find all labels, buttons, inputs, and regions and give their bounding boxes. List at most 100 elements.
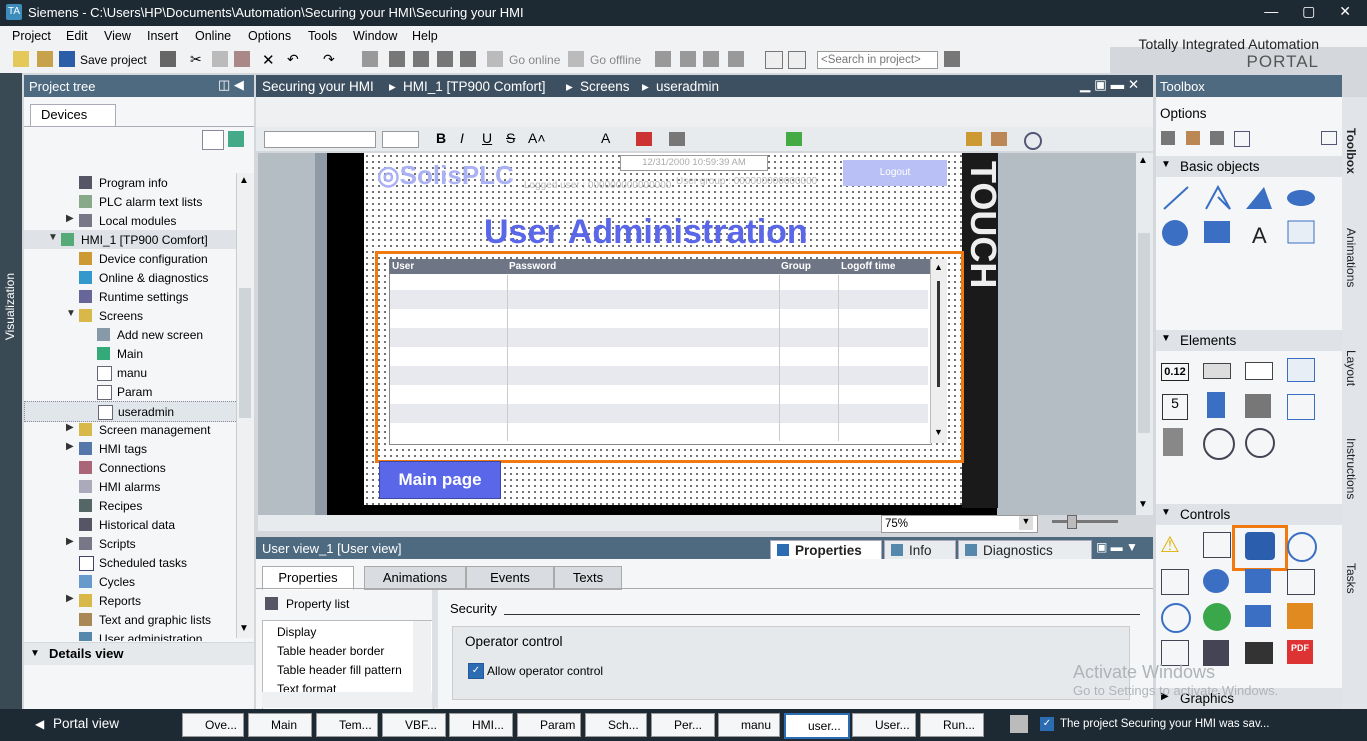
tab-instructions[interactable]: Instructions [1344, 438, 1358, 499]
taskbar-tab[interactable]: Ove... [182, 713, 244, 737]
toolbox-panel-icon[interactable] [1321, 131, 1337, 145]
menu-online[interactable]: Online [195, 29, 231, 43]
menu-edit[interactable]: Edit [66, 29, 88, 43]
collapse-icon[interactable]: ▼ [1161, 159, 1171, 170]
expand-icon[interactable]: ▶ [66, 593, 74, 604]
table-row[interactable] [390, 366, 928, 385]
tree-item[interactable]: Main [24, 344, 236, 363]
project-tree-scrollbar[interactable]: ▲ ▼ [236, 173, 254, 638]
column-logoff-time[interactable]: Logoff time [841, 261, 895, 272]
split-vertical-icon[interactable] [788, 51, 806, 69]
media-player-icon[interactable] [1203, 603, 1231, 631]
table-row[interactable] [390, 347, 928, 366]
format-painter-icon[interactable] [966, 132, 982, 146]
expand-icon[interactable]: ▶ [66, 536, 74, 547]
save-icon[interactable] [59, 51, 75, 67]
scroll-thumb[interactable] [1138, 233, 1150, 433]
zoom-select[interactable]: 75% [881, 515, 1038, 533]
expand-icon[interactable]: ▼ [30, 648, 40, 659]
cross-reference-icon[interactable] [728, 51, 744, 67]
scroll-down-icon[interactable]: ▼ [934, 427, 943, 437]
breadcrumb-project[interactable]: Securing your HMI [262, 79, 374, 94]
window-controls[interactable]: — ▢ ✕ [1264, 3, 1361, 20]
tree-item[interactable]: Online & diagnostics [24, 268, 236, 287]
gauge-icon[interactable] [1203, 428, 1235, 460]
collapse-icon[interactable]: ▼ [66, 308, 76, 319]
zoom-slider[interactable] [1052, 520, 1118, 523]
font-size-up-icon[interactable]: A˄ [528, 130, 546, 146]
tree-item[interactable]: ▶ Screen management [24, 420, 236, 439]
taskbar-tab[interactable]: HMI... [449, 713, 513, 737]
trend-view-icon[interactable] [1203, 532, 1231, 558]
accessible-devices-icon[interactable] [655, 51, 671, 67]
editor-hscroll[interactable] [258, 515, 881, 531]
table-row[interactable] [390, 423, 928, 441]
compile-icon[interactable] [389, 51, 405, 67]
italic-icon[interactable]: I [460, 130, 464, 146]
table-row[interactable] [390, 290, 928, 309]
slider-icon[interactable] [1163, 428, 1183, 456]
tab-animations[interactable]: Animations [364, 566, 466, 590]
property-list-hscroll[interactable] [262, 692, 432, 708]
simulate-icon[interactable] [460, 51, 476, 67]
property-item[interactable]: Display [277, 625, 316, 639]
tab-texts[interactable]: Texts [554, 566, 622, 590]
taskbar-tab[interactable]: Sch... [585, 713, 647, 737]
button-icon[interactable] [1203, 363, 1231, 379]
menu-project[interactable]: Project [12, 29, 51, 43]
font-size-select[interactable] [382, 131, 419, 148]
tab-events[interactable]: Events [466, 566, 554, 590]
taskbar-tab[interactable]: VBF... [382, 713, 446, 737]
date-time-field-icon[interactable]: 5 [1162, 394, 1188, 420]
tree-item[interactable]: ▼ HMI_1 [TP900 Comfort] [24, 230, 236, 249]
tree-item[interactable]: ▶ Reports [24, 591, 236, 610]
column-user[interactable]: User [392, 261, 414, 272]
expand-icon[interactable]: ▶ [66, 422, 74, 433]
tree-item[interactable]: Historical data [24, 515, 236, 534]
splitter[interactable] [432, 590, 438, 708]
main-page-button[interactable]: Main page [379, 461, 501, 499]
recipe-view-icon[interactable] [1161, 569, 1189, 595]
taskbar-tab[interactable]: Tem... [316, 713, 378, 737]
table-row[interactable] [390, 309, 928, 328]
zoom-slider-thumb[interactable] [1067, 515, 1077, 529]
editor-window-controls[interactable]: ▁ ▣ ▬ ✕ [1080, 77, 1139, 93]
section-controls[interactable]: ▼ Controls [1156, 504, 1342, 525]
go-offline-button[interactable]: Go offline [590, 53, 641, 67]
tree-item[interactable]: Runtime settings [24, 287, 236, 306]
scroll-up-icon[interactable]: ▲ [934, 262, 943, 272]
copy-icon[interactable] [212, 51, 228, 67]
zoom-icon[interactable] [1024, 132, 1042, 150]
printer-icon[interactable] [1245, 569, 1271, 593]
clock-icon[interactable] [1245, 428, 1275, 458]
strikethrough-icon[interactable]: S [506, 130, 515, 146]
plc-code-view-icon[interactable] [1287, 603, 1313, 629]
tree-item[interactable]: User administration [24, 629, 236, 641]
tree-item-selected[interactable]: useradmin [24, 401, 236, 422]
menu-tools[interactable]: Tools [308, 29, 337, 43]
tree-item[interactable]: Scheduled tasks [24, 553, 236, 572]
symbol-library-icon[interactable] [1287, 394, 1315, 420]
tree-item[interactable]: Recipes [24, 496, 236, 515]
tab-order-icon[interactable] [991, 132, 1007, 146]
toolbox-option-icon[interactable] [1210, 131, 1224, 145]
column-group[interactable]: Group [781, 261, 811, 272]
search-input[interactable]: <Search in project> [817, 51, 938, 69]
tree-item[interactable]: HMI alarms [24, 477, 236, 496]
taskbar-tab[interactable]: Main [248, 713, 312, 737]
tree-item[interactable]: ▼ Screens [24, 306, 236, 325]
collapse-icon[interactable]: ▼ [48, 232, 58, 243]
expand-icon[interactable]: ▶ [66, 213, 74, 224]
table-row[interactable] [390, 328, 928, 347]
tree-item[interactable]: manu [24, 363, 236, 382]
tree-item[interactable]: Text and graphic lists [24, 610, 236, 629]
user-view-scrollbar[interactable]: ▲ ▼ [930, 259, 947, 443]
start-cpu-icon[interactable] [680, 51, 696, 67]
taskbar-tab[interactable]: manu [718, 713, 780, 737]
tree-item[interactable]: PLC alarm text lists [24, 192, 236, 211]
user-view-icon[interactable] [1245, 532, 1275, 560]
split-horizontal-icon[interactable] [765, 51, 783, 69]
underline-icon[interactable]: U [482, 130, 492, 146]
taskbar-tab[interactable]: User... [852, 713, 916, 737]
chevron-left-icon[interactable]: ◀ [35, 717, 44, 731]
